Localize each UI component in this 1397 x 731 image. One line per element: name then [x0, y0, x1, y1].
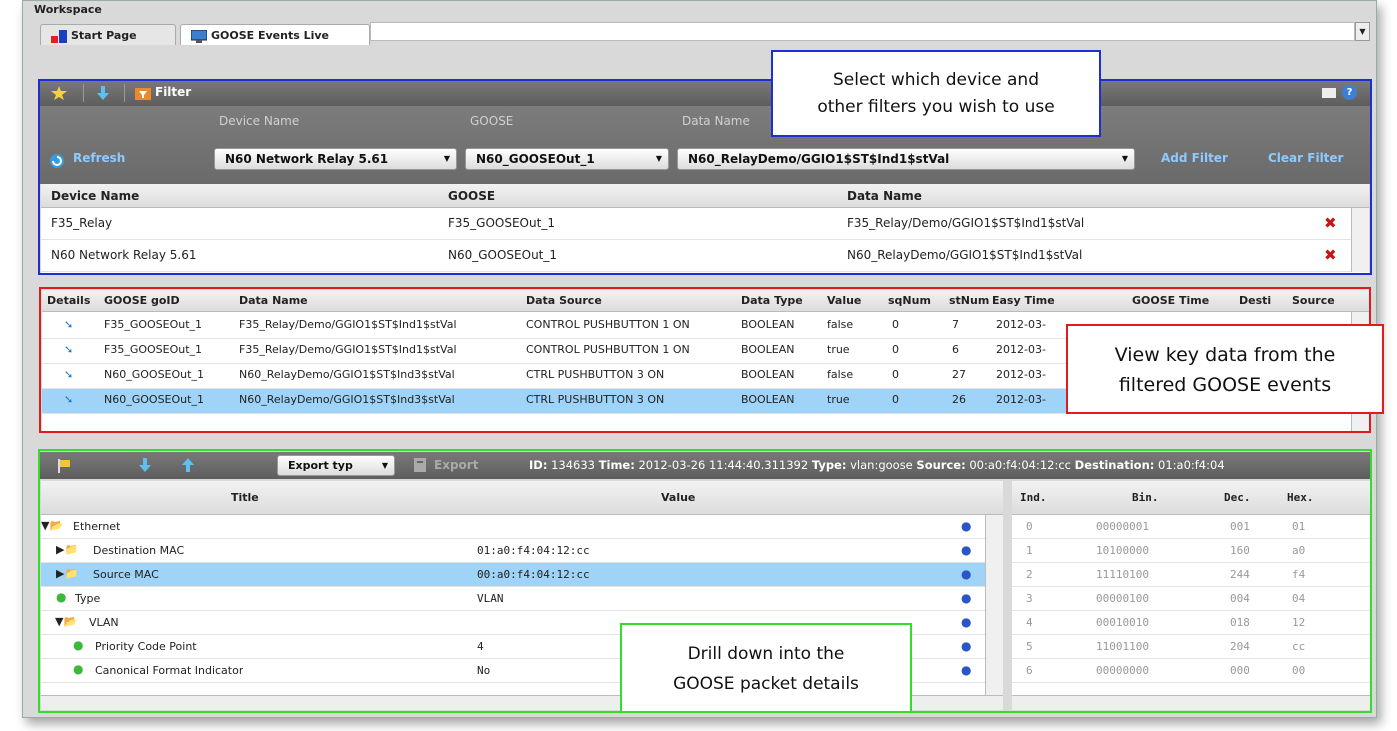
callout-line: filtered GOOSE events [1118, 374, 1332, 396]
filter-highlight-box [38, 79, 1372, 275]
monitor-icon [190, 29, 208, 43]
start-page-icon [51, 29, 67, 43]
tab-label: Start Page [71, 29, 137, 42]
callout-line: Drill down into the [687, 644, 845, 664]
tab-goose-events-live[interactable]: GOOSE Events Live [180, 24, 370, 45]
callout-line: other filters you wish to use [817, 97, 1055, 117]
callout-line: GOOSE packet details [673, 674, 859, 694]
tab-start-page[interactable]: Start Page [40, 24, 176, 45]
callout-line: View key data from the [1114, 344, 1336, 366]
callout-line: Select which device and [832, 70, 1039, 90]
workspace-title: Workspace [34, 3, 102, 16]
events-callout: View key data from the filtered GOOSE ev… [1066, 324, 1384, 414]
filter-callout: Select which device and other filters yo… [771, 50, 1101, 137]
packet-callout: Drill down into the GOOSE packet details [620, 623, 912, 713]
tab-label: GOOSE Events Live [211, 29, 330, 42]
tab-strip [370, 22, 1355, 41]
tab-list-dropdown[interactable]: ▼ [1355, 22, 1370, 41]
